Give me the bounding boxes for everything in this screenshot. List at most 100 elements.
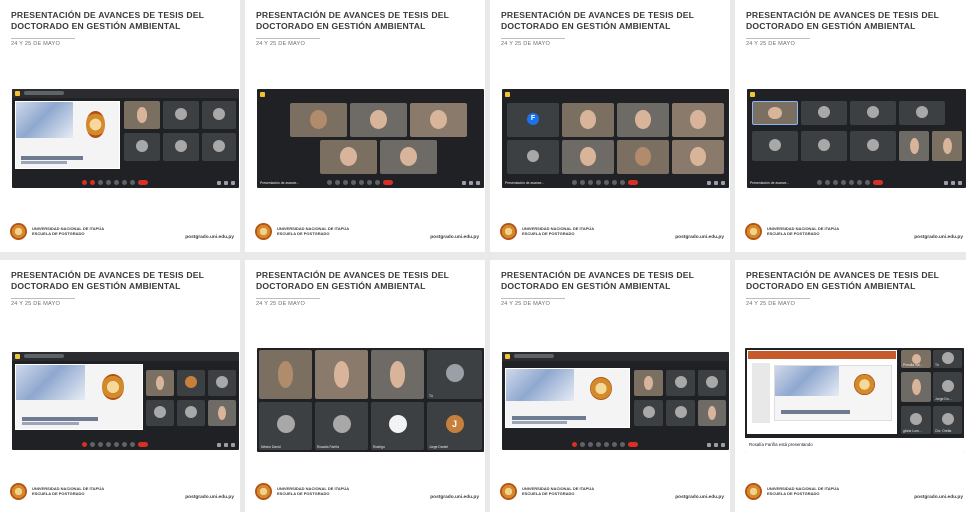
participant-tile-self: Tú	[427, 350, 482, 399]
meet-screenshot: Presentación de avance...	[747, 89, 966, 188]
participant-tile	[666, 400, 695, 426]
participant-tile	[752, 101, 798, 125]
title-divider	[746, 38, 810, 39]
university-name: UNIVERSIDAD NACIONAL DE ITAPÚA ESCUELA DE…	[767, 226, 840, 236]
participant-face	[429, 110, 448, 130]
slide-title: PRESENTACIÓN DE AVANCES DE TESIS DEL DOC…	[746, 10, 939, 31]
participant-face	[217, 405, 227, 421]
participant-avatar	[527, 150, 539, 162]
participant-face	[339, 147, 358, 167]
slide-graphic	[16, 102, 73, 139]
website-url: postgrado.uni.edu.py	[185, 235, 234, 240]
participant-face	[635, 110, 651, 130]
participant-name: Néstor David	[261, 445, 281, 449]
participant-tile	[801, 131, 847, 161]
participant-avatar	[388, 415, 407, 433]
slide-title: PRESENTACIÓN DE AVANCES DE TESIS DEL DOC…	[501, 10, 694, 31]
meet-controls	[12, 178, 239, 188]
slide-date: 24 Y 25 DE MAYO	[11, 41, 61, 47]
participant-tile	[371, 350, 424, 399]
slide-card: PRESENTACIÓN DE AVANCES DE TESIS DEL DOC…	[0, 0, 240, 252]
slide-date: 24 Y 25 DE MAYO	[746, 301, 796, 307]
participant-tile	[562, 103, 614, 137]
control-buttons	[82, 180, 148, 186]
slide-footer: UNIVERSIDAD NACIONAL DE ITAPÚA ESCUELA DE…	[745, 220, 965, 248]
university-name: UNIVERSIDAD NACIONAL DE ITAPÚA ESCUELA DE…	[32, 226, 105, 236]
participant-avatar	[674, 406, 687, 418]
participant-name: Rosalía Fariña	[317, 445, 340, 449]
university-emblem-icon	[101, 373, 125, 400]
university-seal-icon	[500, 223, 517, 240]
slide-footer: UNIVERSIDAD NACIONAL DE ITAPÚA ESCUELA DE…	[10, 480, 236, 508]
title-divider	[746, 298, 810, 299]
participant-face	[580, 110, 596, 130]
participant-avatar	[916, 106, 928, 118]
university-name: UNIVERSIDAD NACIONAL DE ITAPÚA ESCUELA DE…	[32, 486, 105, 496]
slide-card: PRESENTACIÓN DE AVANCES DE TESIS DEL DOC…	[0, 260, 240, 512]
meeting-caption: Presentación de avance...	[260, 181, 300, 185]
participant-avatar	[213, 108, 225, 120]
participant-avatar	[818, 106, 830, 118]
participant-face	[690, 110, 706, 130]
participant-tile	[672, 140, 724, 174]
website-url: postgrado.uni.edu.py	[430, 235, 479, 240]
participant-avatar	[910, 413, 922, 425]
participant-avatar	[445, 363, 464, 382]
participant-tile	[124, 101, 160, 129]
meet-topbar	[12, 89, 239, 98]
participant-name: Jorge Daniel	[429, 445, 449, 449]
participant-name: Rodrigo	[373, 445, 385, 449]
slide-text-line	[21, 156, 83, 161]
slide-card: PRESENTACIÓN DE AVANCES DE TESIS DEL DOC…	[490, 0, 730, 252]
slide-graphic	[506, 369, 574, 401]
control-buttons	[817, 180, 883, 186]
slide-date: 24 Y 25 DE MAYO	[256, 41, 306, 47]
participant-tile	[562, 140, 614, 174]
participant-avatar: J	[445, 415, 464, 433]
slide-date: 24 Y 25 DE MAYO	[501, 41, 551, 47]
participant-tile: Jorge Do...	[933, 372, 962, 402]
university-name: UNIVERSIDAD NACIONAL DE ITAPÚA ESCUELA DE…	[277, 226, 350, 236]
participant-avatar	[769, 139, 781, 151]
presenting-banner: Rosalía Fariña está presentando	[745, 438, 964, 452]
control-buttons	[572, 180, 638, 186]
participant-tile: Rosalía Fariña	[315, 402, 368, 450]
participant-tile: glória Lom...	[901, 406, 931, 434]
participant-face	[389, 360, 406, 388]
participant-face	[942, 137, 952, 155]
meeting-caption: Presentación de avance...	[750, 181, 790, 185]
meet-screenshot	[12, 352, 239, 450]
participant-tile	[634, 400, 663, 426]
participant-avatar	[867, 139, 879, 151]
participant-tile	[850, 131, 896, 161]
meet-controls: Presentación de avance...	[747, 178, 966, 188]
university-name: UNIVERSIDAD NACIONAL DE ITAPÚA ESCUELA DE…	[522, 226, 595, 236]
slide-card: PRESENTACIÓN DE AVANCES DE TESIS DEL DOC…	[735, 260, 966, 512]
slide-card: PRESENTACIÓN DE AVANCES DE TESIS DEL DOC…	[245, 0, 485, 252]
website-url: postgrado.uni.edu.py	[430, 495, 479, 500]
participant-tile	[617, 103, 669, 137]
participant-face	[909, 137, 919, 155]
shared-presentation	[15, 101, 120, 169]
participant-avatar	[706, 376, 718, 388]
participant-tile	[850, 101, 896, 125]
participant-face	[309, 110, 328, 130]
meet-title-bar	[24, 354, 64, 358]
university-emblem-icon	[86, 111, 105, 138]
participant-tile	[666, 370, 695, 396]
university-seal-icon	[10, 483, 27, 500]
participant-tile	[901, 372, 931, 402]
participant-name: Presilla Val...	[903, 363, 923, 367]
slide-text-line	[22, 422, 79, 426]
participant-avatar	[818, 139, 830, 151]
participant-avatar	[674, 376, 687, 388]
meet-logo-icon	[750, 92, 755, 97]
meet-logo-icon	[505, 92, 510, 97]
website-url: postgrado.uni.edu.py	[914, 235, 963, 240]
participant-avatar	[185, 376, 197, 388]
participant-face	[911, 378, 921, 396]
participant-tile	[315, 350, 368, 399]
participant-tile	[617, 140, 669, 174]
participant-tile: Chr. Orella	[933, 406, 962, 434]
meeting-caption: Presentación de avance...	[505, 181, 545, 185]
